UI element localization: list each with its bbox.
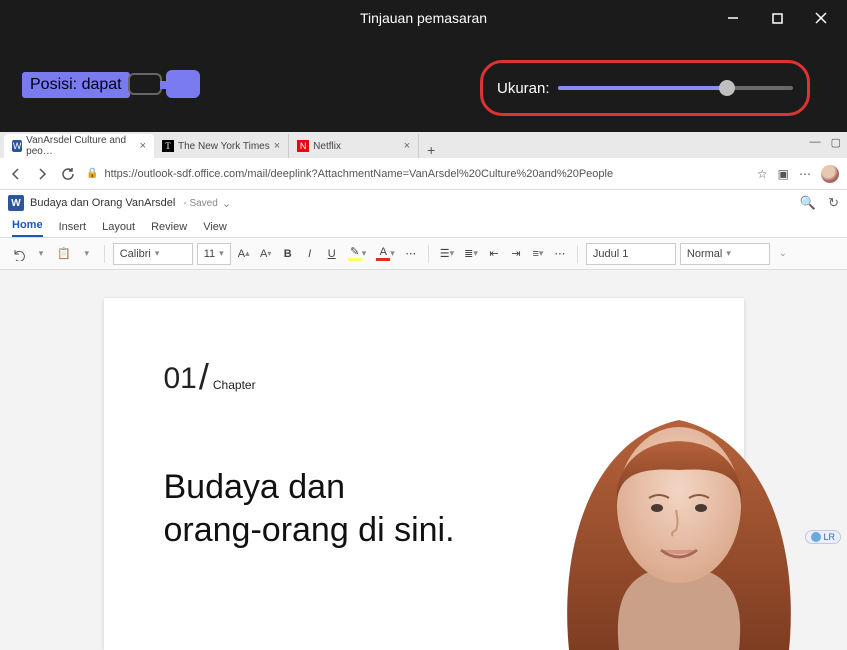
ribbon-tab-home[interactable]: Home: [12, 219, 43, 237]
undo-button[interactable]: [8, 243, 28, 265]
font-size-select[interactable]: 11▾: [197, 243, 231, 265]
more-font-button[interactable]: ⋯: [402, 243, 420, 265]
titlebar: Tinjauan pemasaran: [0, 0, 847, 36]
tab-label: VanArsdel Culture and peo…: [26, 135, 135, 157]
size-slider-thumb[interactable]: [719, 80, 735, 96]
line-spacing-button[interactable]: ⋯: [551, 243, 569, 265]
netflix-favicon-icon: N: [297, 140, 309, 152]
tab-close-icon[interactable]: ×: [404, 140, 410, 152]
highlight-color-button[interactable]: ✎▾: [345, 243, 370, 265]
para-style-value: Normal: [687, 248, 722, 260]
ribbon-tab-insert[interactable]: Insert: [59, 221, 87, 237]
heading-style-select[interactable]: Judul 1: [586, 243, 676, 265]
browser-address-bar: 🔒 https://outlook-sdf.office.com/mail/de…: [0, 158, 847, 190]
tab-close-icon[interactable]: ×: [140, 140, 146, 152]
window-controls: [715, 4, 839, 32]
document-canvas[interactable]: 01 / Chapter Budaya danorang-orang di si…: [0, 270, 847, 650]
font-family-select[interactable]: Calibri▾: [113, 243, 193, 265]
word-logo-icon: W: [8, 195, 24, 211]
extensions-icon[interactable]: ▣: [778, 167, 789, 181]
lock-icon: 🔒: [86, 168, 98, 179]
paste-button[interactable]: 📋: [54, 243, 74, 265]
bullets-button[interactable]: ☰▾: [437, 243, 457, 265]
presenter-video-overlay[interactable]: [529, 350, 829, 650]
paragraph-style-select[interactable]: Normal▾: [680, 243, 770, 265]
person-illustration-icon: [529, 350, 829, 650]
profile-avatar-icon[interactable]: [821, 165, 839, 183]
new-tab-button[interactable]: +: [419, 142, 443, 158]
favorite-icon[interactable]: ☆: [757, 167, 768, 181]
maximize-button[interactable]: [759, 4, 795, 32]
font-size-value: 11: [204, 248, 215, 260]
nyt-favicon-icon: T: [162, 140, 174, 152]
formatting-toolbar: ▾ 📋 ▾ Calibri▾ 11▾ A▴ A▾ B I U ✎▾ A▾ ⋯ ☰…: [0, 238, 847, 270]
history-icon[interactable]: ↻: [828, 195, 839, 211]
browser-tab[interactable]: N Netflix ×: [289, 134, 419, 158]
url-text: https://outlook-sdf.office.com/mail/deep…: [104, 168, 613, 180]
tab-label: The New York Times: [178, 141, 270, 152]
window-title: Tinjauan pemasaran: [360, 10, 487, 26]
format-painter-button[interactable]: ▾: [78, 243, 96, 265]
browser-tabstrip: W VanArsdel Culture and peo… × T The New…: [0, 132, 847, 158]
position-connector: [160, 81, 194, 89]
bold-button[interactable]: B: [279, 243, 297, 265]
styles-expand-button[interactable]: ⌄: [774, 243, 792, 265]
decrease-font-button[interactable]: A▾: [257, 243, 275, 265]
document-title-row: W Budaya dan Orang VanArsdel - Saved ⌄ 🔍…: [0, 190, 847, 216]
app-header: Tinjauan pemasaran Posisi: dapat Ukuran:: [0, 0, 847, 132]
forward-button[interactable]: [34, 166, 50, 182]
position-control: Posisi: dapat: [22, 72, 130, 98]
minimize-button[interactable]: [715, 4, 751, 32]
url-field[interactable]: 🔒 https://outlook-sdf.office.com/mail/de…: [86, 168, 747, 180]
browser-minimize-icon[interactable]: —: [810, 136, 821, 149]
increase-font-button[interactable]: A▴: [235, 243, 253, 265]
close-button[interactable]: [803, 4, 839, 32]
redo-dropdown-icon[interactable]: ▾: [32, 243, 50, 265]
browser-tab[interactable]: T The New York Times ×: [154, 134, 289, 158]
word-favicon-icon: W: [12, 140, 22, 152]
position-label: Posisi: dapat: [22, 72, 130, 98]
tab-close-icon[interactable]: ×: [274, 140, 280, 152]
save-status: - Saved: [183, 198, 217, 209]
font-name-value: Calibri: [120, 248, 151, 260]
overlay-controls-row: Posisi: dapat Ukuran:: [0, 60, 847, 120]
chapter-number: 01: [164, 362, 197, 396]
tab-label: Netflix: [313, 141, 341, 152]
browser-tab[interactable]: W VanArsdel Culture and peo… ×: [4, 134, 154, 158]
ribbon-tab-layout[interactable]: Layout: [102, 221, 135, 237]
document-title[interactable]: Budaya dan Orang VanArsdel: [30, 197, 175, 209]
browser-chrome: W VanArsdel Culture and peo… × T The New…: [0, 132, 847, 190]
size-control-highlight: Ukuran:: [480, 60, 810, 116]
title-dropdown-icon[interactable]: ⌄: [222, 197, 231, 210]
word-app-header: W Budaya dan Orang VanArsdel - Saved ⌄ 🔍…: [0, 190, 847, 270]
numbering-button[interactable]: ≣▾: [461, 243, 481, 265]
underline-button[interactable]: U: [323, 243, 341, 265]
size-label: Ukuran:: [497, 80, 550, 97]
font-color-button[interactable]: A▾: [373, 243, 398, 265]
italic-button[interactable]: I: [301, 243, 319, 265]
chapter-slash-icon: /: [199, 356, 209, 398]
align-button[interactable]: ≡▾: [529, 243, 547, 265]
heading-style-value: Judul 1: [593, 248, 628, 260]
increase-indent-button[interactable]: ⇥: [507, 243, 525, 265]
refresh-button[interactable]: [60, 166, 76, 182]
search-icon[interactable]: 🔍: [800, 195, 816, 211]
toggle-option-off[interactable]: [128, 73, 162, 95]
ribbon-tab-view[interactable]: View: [203, 221, 227, 237]
size-slider-fill: [558, 86, 728, 90]
size-slider[interactable]: [558, 86, 793, 90]
decrease-indent-button[interactable]: ⇤: [485, 243, 503, 265]
browser-maximize-icon[interactable]: ▢: [831, 136, 841, 149]
ribbon-tabs: Home Insert Layout Review View: [0, 216, 847, 238]
chapter-label: Chapter: [211, 378, 256, 396]
back-button[interactable]: [8, 166, 24, 182]
browser-menu-icon[interactable]: ⋯: [799, 167, 811, 181]
ribbon-tab-review[interactable]: Review: [151, 221, 187, 237]
